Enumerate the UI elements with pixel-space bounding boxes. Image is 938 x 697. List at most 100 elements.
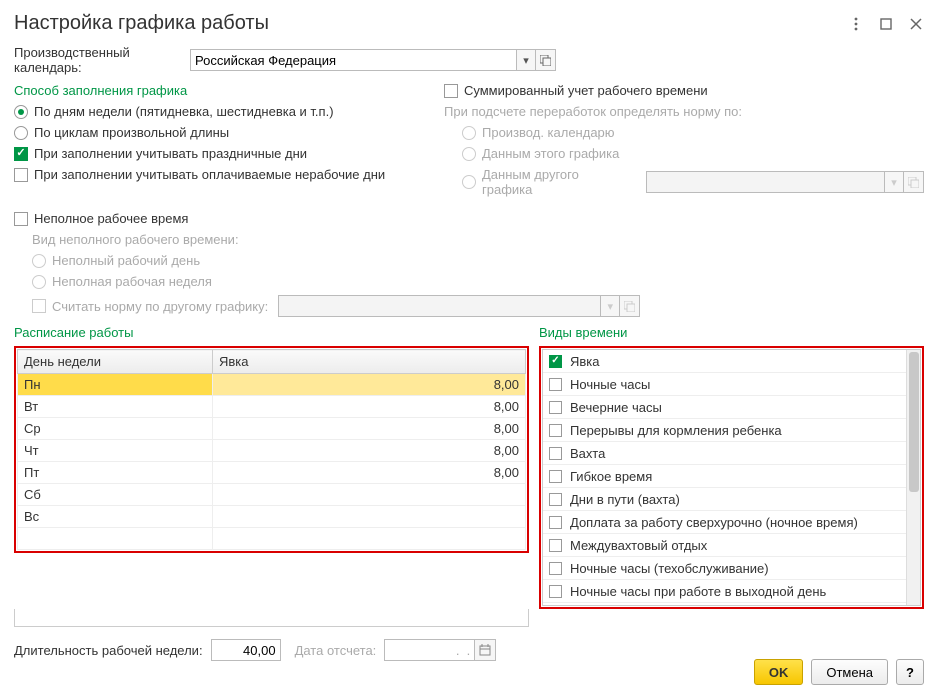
radio-norm-other: Данным другого графика ▾ — [444, 167, 924, 197]
list-item-label: Ночные часы при работе в выходной день — [570, 584, 826, 599]
open-icon[interactable] — [536, 49, 556, 71]
list-item[interactable]: Вахта — [543, 442, 920, 465]
radio-parttime-week: Неполная рабочая неделя — [14, 274, 924, 289]
radio-label: Неполный рабочий день — [52, 253, 200, 268]
cell-day: Ср — [18, 418, 213, 440]
other-schedule-input — [646, 171, 884, 193]
table-row[interactable]: Чт8,00 — [18, 440, 526, 462]
ok-button[interactable]: OK — [754, 659, 804, 685]
list-item-label: Доплата за работу сверхурочно (ночное вр… — [570, 515, 858, 530]
table-row — [18, 528, 526, 550]
radio-icon — [14, 105, 28, 119]
radio-label: Данным этого графика — [482, 146, 619, 161]
scrollbar[interactable] — [906, 350, 920, 605]
check-icon — [549, 585, 562, 598]
calendar-icon[interactable] — [474, 639, 496, 661]
list-item-label: Гибкое время — [570, 469, 652, 484]
kebab-icon[interactable] — [848, 16, 864, 32]
cell-val: 8,00 — [213, 418, 526, 440]
radio-label: Неполная рабочая неделя — [52, 274, 212, 289]
check-norm-other-schedule: Считать норму по другому графику: ▾ — [14, 295, 924, 317]
calendar-label: Производственный календарь: — [14, 45, 190, 75]
dropdown-icon: ▾ — [884, 171, 904, 193]
help-button[interactable]: ? — [896, 659, 924, 685]
radio-norm-calendar: Производ. календарю — [444, 125, 924, 140]
check-icon — [549, 401, 562, 414]
list-item[interactable]: Дни в пути (вахта) — [543, 488, 920, 511]
list-item[interactable]: Междувахтовый отдых — [543, 534, 920, 557]
cell-val: 8,00 — [213, 374, 526, 396]
cancel-button[interactable]: Отмена — [811, 659, 888, 685]
list-item-label: Вахта — [570, 446, 605, 461]
maximize-icon[interactable] — [878, 16, 894, 32]
dropdown-icon: ▾ — [600, 295, 620, 317]
check-label: Неполное рабочее время — [34, 211, 188, 226]
list-item-label: Ночные часы — [570, 377, 650, 392]
weeklen-input[interactable] — [211, 639, 281, 661]
list-item-label: Вечерние часы — [570, 400, 662, 415]
check-label: Считать норму по другому графику: — [52, 299, 268, 314]
radio-label: По дням недели (пятидневка, шестидневка … — [34, 104, 334, 119]
check-icon — [549, 447, 562, 460]
dropdown-icon[interactable]: ▾ — [516, 49, 536, 71]
timetypes-list[interactable]: Явка Ночные часы Вечерние часы Перерывы для… — [542, 349, 921, 606]
check-label: При заполнении учитывать оплачиваемые не… — [34, 167, 385, 182]
radio-label: Производ. календарю — [482, 125, 615, 140]
radio-icon — [32, 275, 46, 289]
list-item-label: Явка — [570, 354, 600, 369]
table-row[interactable]: Ср8,00 — [18, 418, 526, 440]
calendar-input[interactable] — [190, 49, 516, 71]
check-consider-paid-nonwork[interactable]: При заполнении учитывать оплачиваемые не… — [14, 167, 414, 182]
check-icon — [549, 562, 562, 575]
list-item-label: Ночные часы (техобслуживание) — [570, 561, 769, 576]
close-icon[interactable] — [908, 16, 924, 32]
list-item[interactable]: Ночные часы — [543, 373, 920, 396]
check-label: При заполнении учитывать праздничные дни — [34, 146, 307, 161]
check-icon — [549, 355, 562, 368]
timetypes-title: Виды времени — [539, 325, 924, 340]
schedule-table[interactable]: День недели Явка Пн8,00Вт8,00Ср8,00Чт8,0… — [17, 349, 526, 550]
radio-icon — [32, 254, 46, 268]
radio-label: Данным другого графика — [482, 167, 632, 197]
radio-icon — [462, 147, 476, 161]
radio-icon — [462, 175, 476, 189]
list-item[interactable]: Вечерние часы — [543, 396, 920, 419]
table-row[interactable]: Сб — [18, 484, 526, 506]
list-item-label: Дни в пути (вахта) — [570, 492, 680, 507]
table-row[interactable]: Пн8,00 — [18, 374, 526, 396]
list-item[interactable]: Явка — [543, 350, 920, 373]
list-item[interactable]: Доплата за работу сверхурочно (ночное вр… — [543, 511, 920, 534]
weeklen-label: Длительность рабочей недели: — [14, 643, 203, 658]
cell-val: 8,00 — [213, 462, 526, 484]
table-row[interactable]: Вс — [18, 506, 526, 528]
check-summed[interactable]: Суммированный учет рабочего времени — [444, 83, 924, 98]
cell-day: Чт — [18, 440, 213, 462]
cell-val — [213, 506, 526, 528]
date-label: Дата отсчета: — [295, 643, 377, 658]
table-row[interactable]: Пт8,00 — [18, 462, 526, 484]
cell-val: 8,00 — [213, 396, 526, 418]
norm-by-label: При подсчете переработок определять норм… — [444, 104, 924, 119]
list-item[interactable]: Гибкое время — [543, 465, 920, 488]
open-icon — [904, 171, 924, 193]
check-icon — [444, 84, 458, 98]
radio-parttime-day: Неполный рабочий день — [14, 253, 924, 268]
check-consider-holidays[interactable]: При заполнении учитывать праздничные дни — [14, 146, 414, 161]
cell-val: 8,00 — [213, 440, 526, 462]
schedule-footer-strip — [14, 609, 529, 627]
radio-icon — [462, 126, 476, 140]
table-row[interactable]: Вт8,00 — [18, 396, 526, 418]
check-icon — [32, 299, 46, 313]
col-attend: Явка — [213, 350, 526, 374]
list-item[interactable]: Ночные часы (техобслуживание) — [543, 557, 920, 580]
radio-by-cycles[interactable]: По циклам произвольной длины — [14, 125, 414, 140]
cell-day: Вт — [18, 396, 213, 418]
date-input[interactable] — [384, 639, 474, 661]
radio-norm-this: Данным этого графика — [444, 146, 924, 161]
list-item[interactable]: Перерывы для кормления ребенка — [543, 419, 920, 442]
check-parttime[interactable]: Неполное рабочее время — [14, 211, 924, 226]
list-item[interactable]: Ночные часы при работе в выходной день — [543, 580, 920, 603]
check-icon — [14, 147, 28, 161]
radio-by-week-days[interactable]: По дням недели (пятидневка, шестидневка … — [14, 104, 414, 119]
check-icon — [549, 493, 562, 506]
